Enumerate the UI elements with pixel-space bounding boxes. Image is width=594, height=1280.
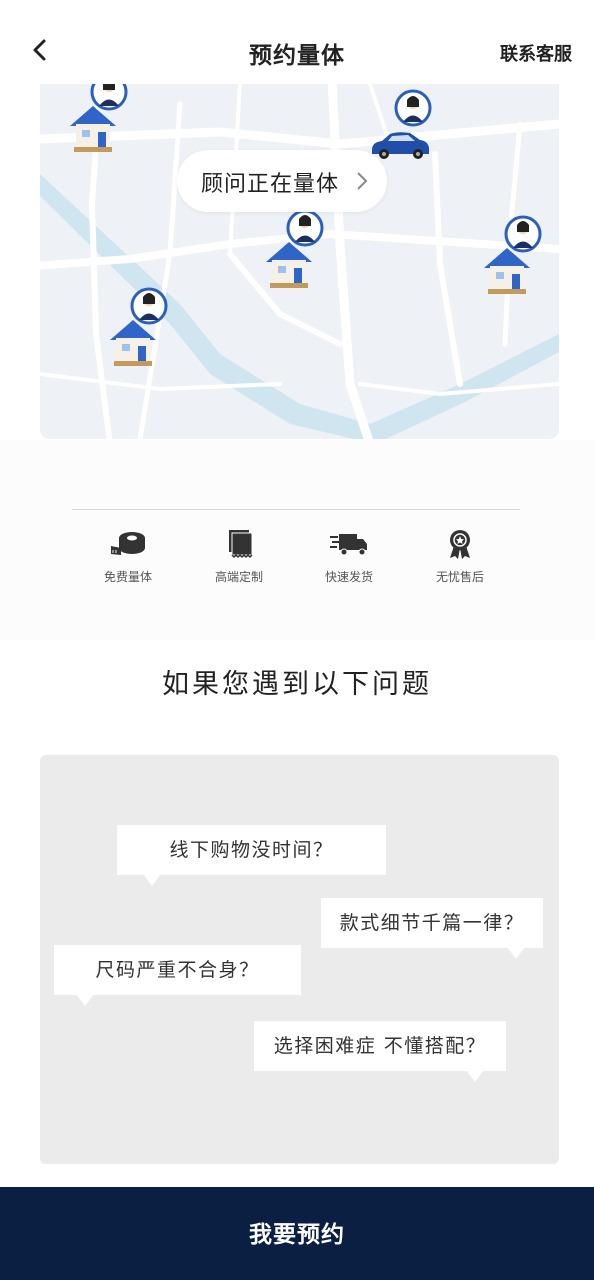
problem-text: 尺码严重不合身？ [95, 959, 260, 981]
map-view[interactable]: 顾问正在量体 [40, 84, 559, 439]
bubble-tail [507, 947, 525, 959]
problem-bubble: 选择困难症 不懂搭配？ [254, 1021, 506, 1082]
problem-text: 线下购物没时间？ [169, 839, 334, 861]
bubble-tail [76, 994, 94, 1006]
contact-service-link[interactable]: 联系客服 [500, 40, 572, 66]
bubble-tail [143, 874, 161, 886]
house-with-advisor-icon[interactable] [108, 284, 178, 394]
header: 预约量体 联系客服 [0, 0, 594, 88]
problem-bubble: 尺码严重不合身？ [54, 945, 301, 1006]
problems-card: 线下购物没时间？ 款式细节千篇一律？ 尺码严重不合身？ 选择困难症 不懂搭配？ [40, 755, 559, 1164]
advisor-avatar-icon [394, 89, 432, 127]
feature-label: 高端定制 [214, 570, 263, 584]
feature-section: 免费量体 高端定制 快速发货 无忧售后 [0, 440, 594, 640]
delivery-truck-icon [330, 534, 367, 556]
advisor-status-text: 顾问正在量体 [201, 172, 340, 197]
problem-text: 选择困难症 不懂搭配？ [273, 1035, 487, 1057]
fabric-swatch-icon [229, 530, 253, 559]
feature-worry-free-after-sales: 无忧售后 [405, 528, 515, 585]
problem-text: 款式细节千篇一律？ [339, 912, 525, 934]
feature-label: 无忧售后 [435, 570, 484, 584]
problem-bubble: 款式细节千篇一律？ [321, 898, 543, 959]
bubble-tail [466, 1070, 484, 1082]
house-with-advisor-icon[interactable] [482, 212, 552, 322]
house-with-advisor-icon[interactable] [264, 206, 334, 316]
car-with-advisor-icon[interactable] [368, 128, 432, 162]
feature-high-end-custom: 高端定制 [184, 528, 294, 585]
feature-label: 免费量体 [103, 570, 152, 584]
tape-measure-icon [111, 532, 145, 555]
problems-title: 如果您遇到以下问题 [162, 669, 432, 700]
problem-bubble: 线下购物没时间？ [117, 825, 386, 886]
feature-divider [72, 509, 520, 510]
feature-fast-delivery: 快速发货 [294, 528, 404, 585]
house-with-advisor-icon[interactable] [68, 84, 138, 180]
advisor-status-bubble[interactable]: 顾问正在量体 [177, 150, 387, 212]
book-appointment-button[interactable]: 我要预约 [0, 1187, 594, 1280]
feature-free-measure: 免费量体 [73, 528, 183, 585]
chevron-right-icon [357, 172, 368, 190]
feature-label: 快速发货 [324, 570, 373, 584]
award-ribbon-icon [450, 530, 470, 559]
